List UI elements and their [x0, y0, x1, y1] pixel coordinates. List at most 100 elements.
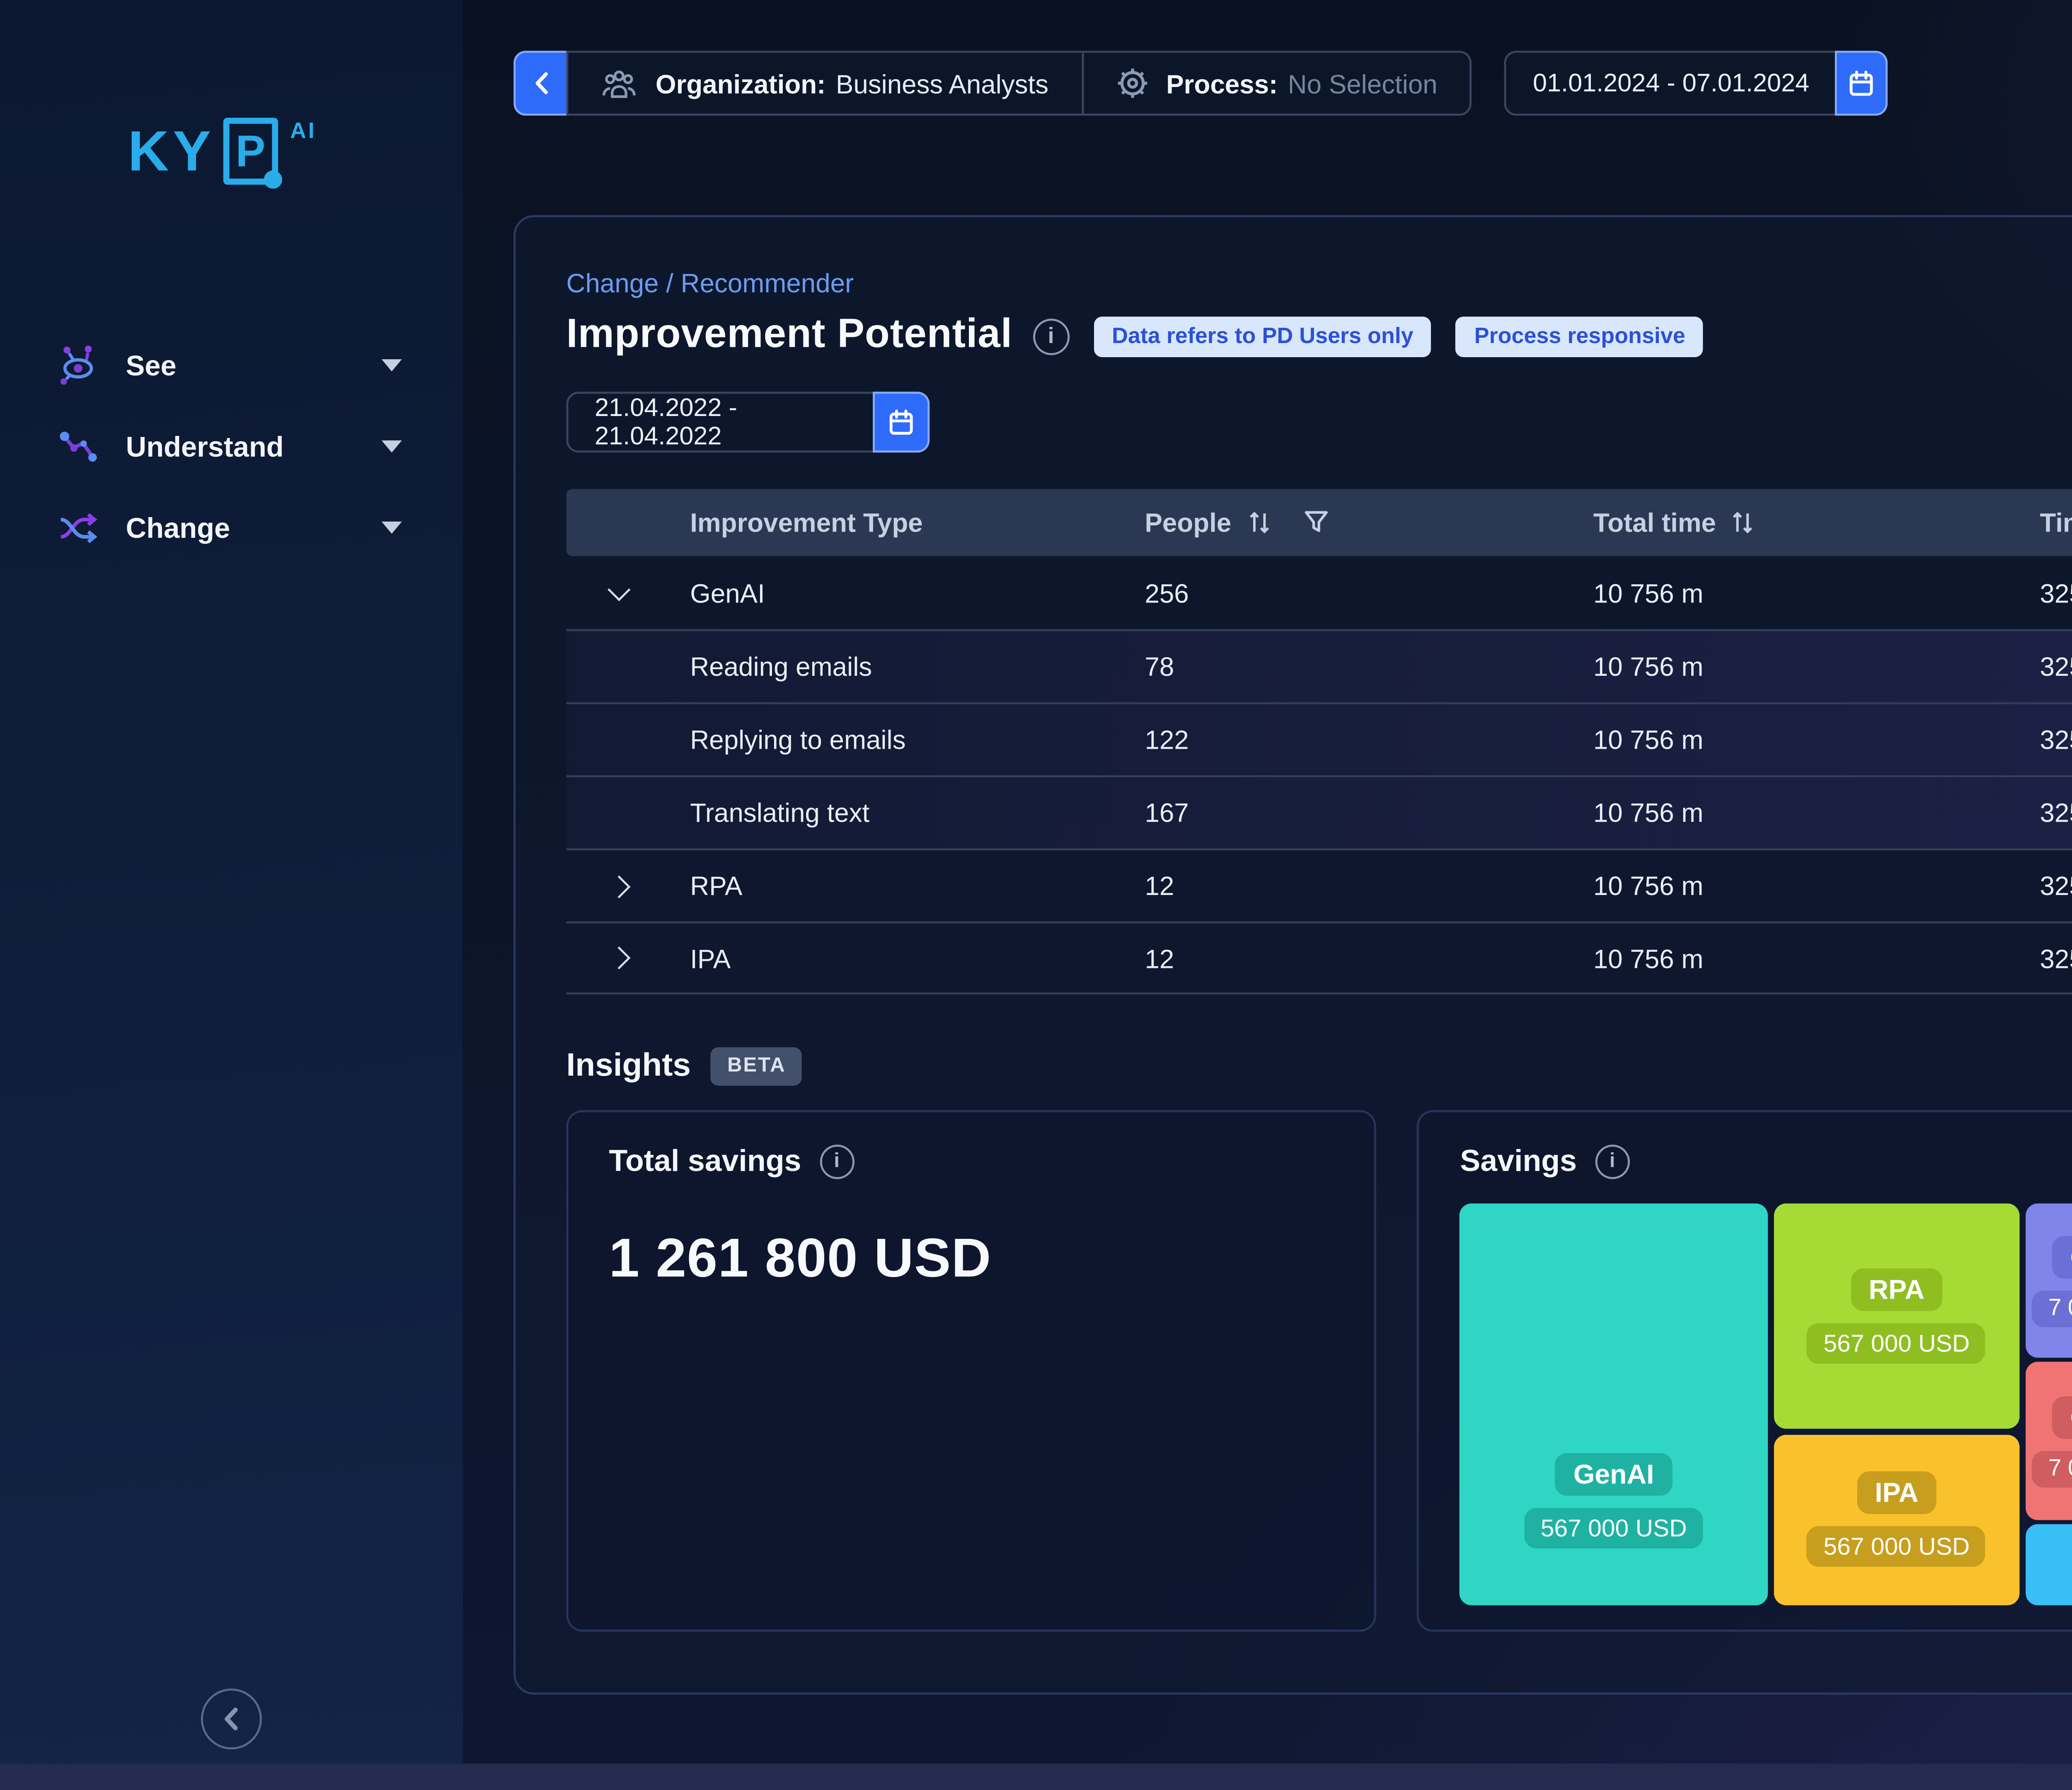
sort-icon[interactable]: [1247, 509, 1270, 536]
treemap-label: Other: [2052, 1395, 2072, 1438]
treemap-block-other-red[interactable]: Other 7 000 USD: [2026, 1362, 2072, 1520]
pd-users-badge: Data refers to PD Users only: [1094, 315, 1432, 356]
savings-treemap: GenAI 567 000 USD RPA 567 000 USD IPA 56…: [1460, 1203, 2072, 1606]
sidebar-item-label: See: [126, 349, 177, 382]
process-responsive-badge: Process responsive: [1456, 315, 1704, 356]
expand-toggle[interactable]: [566, 578, 672, 601]
total-savings-value: 1 261 800 USD: [609, 1228, 992, 1289]
org-process-selector-group: Organization: Business Analysts Process:…: [566, 51, 1472, 116]
sidebar-item-change[interactable]: Change: [0, 487, 463, 568]
improvement-type-cell: RPA: [690, 871, 743, 901]
page-title: Improvement Potential: [566, 312, 1013, 358]
sidebar-menu: See Understand Change: [0, 325, 463, 568]
info-icon[interactable]: i: [1033, 317, 1070, 354]
improvement-potential-panel: Change / Recommender Improvement Potenti…: [513, 215, 2072, 1695]
treemap-label: GenAI: [1555, 1453, 1673, 1496]
topbar: Organization: Business Analysts Process:…: [463, 0, 2072, 167]
app-root: KY P AI See Understand Change Organizati…: [0, 0, 2072, 1790]
treemap-value: 567 000 USD: [1807, 1526, 1986, 1567]
ai-time-cell: 3256 m: [2040, 577, 2072, 608]
people-cell: 78: [1145, 651, 1174, 682]
chevron-down-icon: [381, 359, 402, 372]
total-time-cell: 10 756 m: [1593, 797, 1704, 828]
expand-toggle[interactable]: [566, 946, 672, 970]
chevron-left-icon: [535, 72, 547, 94]
info-icon[interactable]: i: [1595, 1144, 1630, 1179]
breadcrumb[interactable]: Change / Recommender: [566, 268, 2072, 298]
people-cell: 122: [1145, 724, 1189, 755]
treemap-block-other-purple[interactable]: Other 7 000 USD: [2026, 1203, 2072, 1359]
column-people: People: [1145, 507, 1232, 538]
treemap-label: Other: [2052, 1235, 2072, 1278]
global-date-range: 01.01.2024 - 07.01.2024: [1504, 51, 1889, 116]
organization-label: Organization:: [656, 68, 826, 99]
expand-toggle[interactable]: [566, 874, 672, 897]
organization-value: Business Analysts: [835, 68, 1049, 99]
calendar-button[interactable]: [1835, 51, 1889, 116]
see-icon: [57, 343, 102, 388]
total-time-cell: 10 756 m: [1593, 871, 1704, 901]
topbar-filters: Organization: Business Analysts Process:…: [513, 51, 1889, 116]
total-time-cell: 10 756 m: [1593, 943, 1704, 973]
ai-time-cell: 3256 m: [2040, 797, 2072, 828]
people-cell: 12: [1145, 871, 1174, 901]
chevron-right-icon: [608, 946, 631, 970]
calendar-icon: [1850, 70, 1874, 96]
panel-calendar-button[interactable]: [873, 392, 930, 453]
filter-icon[interactable]: [1302, 509, 1329, 536]
improvement-type-cell: Translating text: [690, 797, 870, 828]
beta-badge: BETA: [711, 1047, 802, 1086]
logo-text-ai: AI: [290, 119, 317, 144]
table-row-replying-emails: Replying to emails 122 10 756 m 3256 m 5…: [566, 702, 2072, 776]
ai-time-cell: 3256 m: [2040, 724, 2072, 755]
sort-icon[interactable]: [1732, 509, 1755, 536]
kyp-ai-logo[interactable]: KY P AI: [128, 118, 317, 189]
logo-text-ky: KY: [128, 119, 215, 183]
treemap-value: 7 000 USD: [2032, 1450, 2072, 1487]
treemap-block-ipa[interactable]: IPA 567 000 USD: [1773, 1434, 2020, 1606]
total-time-cell: 10 756 m: [1593, 577, 1704, 608]
ai-time-cell: 3256 m: [2040, 943, 2072, 973]
panel-date-range: 21.04.2022 - 21.04.2022: [566, 392, 2072, 453]
sidebar-item-label: Understand: [126, 430, 284, 463]
table-header: Improvement Type People Total time Ti: [566, 489, 2072, 556]
ai-time-cell: 3256 m: [2040, 651, 2072, 682]
process-value: No Selection: [1288, 68, 1438, 99]
info-icon[interactable]: i: [819, 1144, 854, 1179]
panel-title-row: Improvement Potential i Data refers to P…: [566, 312, 2072, 359]
sidebar-item-understand[interactable]: Understand: [0, 406, 463, 487]
calendar-icon: [889, 409, 913, 435]
treemap-label: IPA: [1857, 1472, 1937, 1515]
date-range-input[interactable]: 01.01.2024 - 07.01.2024: [1504, 51, 1836, 116]
insights-title: Insights: [566, 1048, 691, 1083]
organization-selector[interactable]: Organization: Business Analysts: [568, 53, 1081, 114]
total-savings-title: Total savings: [609, 1144, 801, 1179]
improvement-table: Improvement Type People Total time Ti Ge…: [566, 489, 2072, 994]
people-cell: 167: [1145, 797, 1189, 828]
treemap-block-small-blue[interactable]: [2026, 1524, 2072, 1606]
sidebar-item-label: Change: [126, 511, 230, 544]
savings-card: Savings i GenAI 567 000 USD RPA 567 000 …: [1417, 1110, 2072, 1632]
column-total-time: Total time: [1593, 507, 1716, 538]
logo-dot: [264, 170, 282, 189]
sidebar-item-see[interactable]: See: [0, 325, 463, 406]
back-button[interactable]: [513, 51, 566, 116]
improvement-type-cell: GenAI: [690, 577, 765, 608]
treemap-block-rpa[interactable]: RPA 567 000 USD: [1773, 1203, 2020, 1430]
treemap-value: 7 000 USD: [2032, 1290, 2072, 1327]
treemap-block-genai[interactable]: GenAI 567 000 USD: [1460, 1203, 1768, 1606]
process-selector[interactable]: Process: No Selection: [1083, 53, 1470, 114]
treemap-value: 567 000 USD: [1524, 1508, 1703, 1549]
sidebar-collapse-button[interactable]: [201, 1688, 262, 1750]
people-cell: 256: [1145, 577, 1189, 608]
footer-strip: [0, 1763, 2072, 1790]
total-savings-card: Total savings i 1 261 800 USD: [566, 1110, 1377, 1632]
table-row-rpa[interactable]: RPA 12 10 756 m 3256 m 568 000 USD: [566, 848, 2072, 921]
chevron-left-icon: [225, 1708, 238, 1730]
table-row-genai[interactable]: GenAI 256 10 756 m 3256 m 568 000 USD: [566, 556, 2072, 629]
chevron-down-icon: [381, 440, 402, 453]
table-row-ipa[interactable]: IPA 12 10 756 m 3256 m 568 000 USD: [566, 921, 2072, 994]
panel-date-input[interactable]: 21.04.2022 - 21.04.2022: [566, 392, 873, 453]
insights-header: Insights BETA: [566, 1047, 2072, 1086]
logo-p-box: P: [223, 118, 282, 189]
